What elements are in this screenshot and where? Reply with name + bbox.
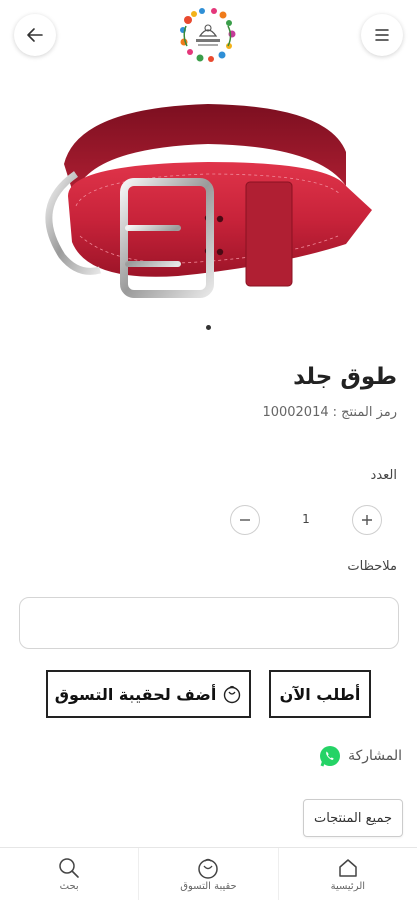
back-button[interactable]	[14, 14, 56, 56]
decrease-quantity-button[interactable]	[230, 505, 260, 535]
sku-value: 10002014	[262, 405, 329, 420]
order-now-button[interactable]: أطلب الآن	[269, 670, 371, 718]
menu-button[interactable]	[361, 14, 403, 56]
nav-label-search: بحث	[59, 880, 79, 892]
nav-item-cart[interactable]: حقيبة التسوق	[138, 848, 277, 900]
share-label: المشاركة	[348, 748, 402, 764]
home-icon	[339, 858, 357, 877]
product-image[interactable]	[28, 86, 390, 308]
all-products-button[interactable]: جميع المنتجات	[303, 799, 403, 837]
bag-icon	[224, 685, 241, 704]
product-title: طوق جلد	[293, 364, 397, 390]
carousel-dot[interactable]	[206, 325, 211, 330]
quantity-stepper: 1	[228, 505, 384, 537]
notes-label: ملاحظات	[347, 559, 397, 574]
notes-input[interactable]	[19, 597, 399, 649]
quantity-label: العدد	[370, 468, 397, 483]
plus-icon	[362, 515, 372, 525]
bottom-nav: بحث حقيبة التسوق الرئيسية	[0, 847, 417, 900]
nav-item-home[interactable]: الرئيسية	[277, 848, 417, 900]
order-now-label: أطلب الآن	[279, 684, 361, 704]
add-to-cart-label: أضف لحقيبة التسوق	[54, 684, 217, 704]
sku-label: رمز المنتج :	[332, 405, 397, 420]
nav-label-home: الرئيسية	[330, 880, 366, 892]
whatsapp-icon[interactable]	[318, 744, 342, 768]
add-to-cart-button[interactable]: أضف لحقيبة التسوق	[46, 670, 251, 718]
brand-logo[interactable]	[178, 6, 238, 64]
bag-icon	[198, 858, 219, 879]
app-header	[0, 0, 417, 76]
search-icon	[59, 857, 79, 878]
nav-item-search[interactable]: بحث	[0, 848, 138, 900]
minus-icon	[240, 519, 250, 521]
product-sku: رمز المنتج : 10002014	[262, 405, 397, 420]
share-row: المشاركة	[318, 744, 402, 768]
increase-quantity-button[interactable]	[352, 505, 382, 535]
nav-label-cart: حقيبة التسوق	[180, 880, 237, 892]
arrow-left-icon	[27, 28, 43, 42]
quantity-value[interactable]: 1	[288, 512, 324, 526]
hamburger-menu-icon	[375, 29, 389, 41]
